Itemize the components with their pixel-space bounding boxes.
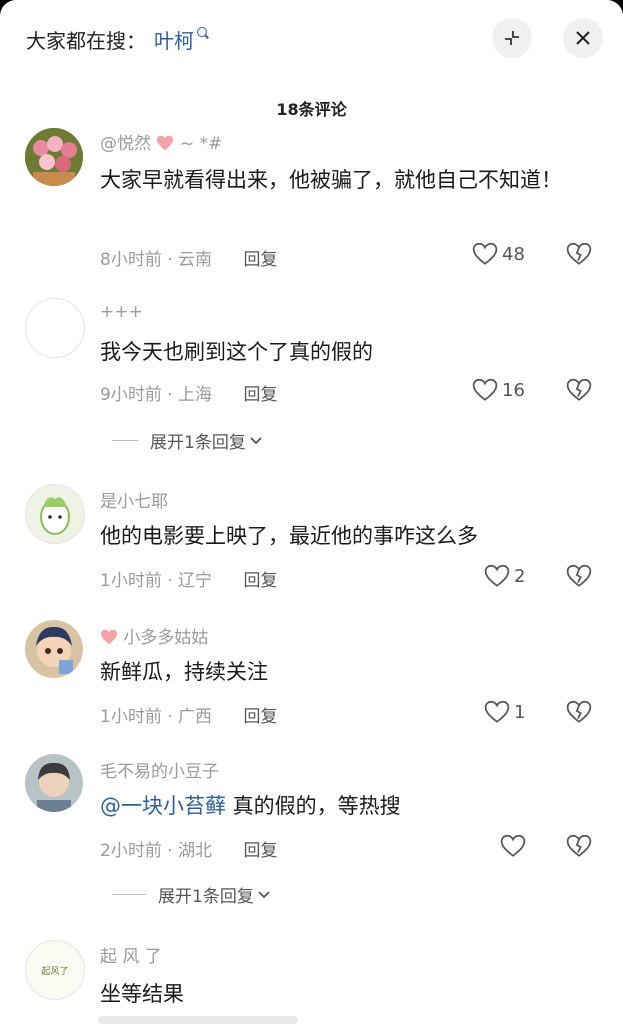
comment-username[interactable]: 是小七耶 <box>100 487 168 512</box>
reply-button[interactable]: 回复 <box>243 841 277 861</box>
avatar-text: 起风了 <box>41 966 69 977</box>
trending-search-prefix: 大家都在搜： <box>26 28 146 53</box>
comment-location: 湖北 <box>178 841 213 861</box>
comment-location: 云南 <box>178 250 213 270</box>
comment-username[interactable]: +++ <box>100 302 143 322</box>
comment-username[interactable]: 起 风 了 <box>100 942 162 967</box>
trending-search-bar[interactable]: 大家都在搜： 叶柯 <box>26 24 207 54</box>
heart-outline-icon <box>500 834 526 857</box>
comment-count-title: 18条评论 <box>276 100 347 119</box>
comment-username[interactable]: 小多多姑姑 <box>100 623 208 648</box>
collapse-icon <box>505 31 519 45</box>
comment-location: 上海 <box>178 385 213 405</box>
avatar[interactable] <box>25 484 85 544</box>
comment-location: 辽宁 <box>178 571 213 591</box>
like-button[interactable]: 16 <box>472 378 525 402</box>
broken-heart-icon <box>566 700 592 723</box>
reply-button[interactable]: 回复 <box>243 707 277 727</box>
comment-text-content: 真的假的，等热搜 <box>226 794 401 818</box>
comment-text: @一块小苔藓 真的假的，等热搜 <box>100 788 600 824</box>
dislike-button[interactable] <box>566 564 592 592</box>
heart-icon <box>157 135 174 151</box>
avatar[interactable] <box>25 298 85 358</box>
dislike-button[interactable] <box>566 378 592 406</box>
comment-meta: 2小时前 · 湖北 回复 <box>100 841 278 861</box>
heart-outline-icon <box>484 564 510 587</box>
avatar[interactable]: 起风了 <box>25 940 85 1000</box>
close-button[interactable] <box>563 18 603 58</box>
like-count: 48 <box>502 243 525 265</box>
collapse-button[interactable] <box>492 18 532 58</box>
chevron-down-icon <box>250 436 262 444</box>
comment-time: 1小时前 <box>100 707 162 727</box>
comment-meta: 8小时前 · 云南 回复 <box>100 250 278 270</box>
comment-text: 新鲜瓜，持续关注 <box>100 660 268 684</box>
like-button[interactable]: 48 <box>472 242 525 266</box>
comment-meta: 1小时前 · 广西 回复 <box>100 707 278 727</box>
like-button[interactable] <box>500 834 530 858</box>
avatar[interactable] <box>25 754 83 812</box>
heart-outline-icon <box>472 242 498 265</box>
like-count: 1 <box>514 701 526 723</box>
dislike-button[interactable] <box>566 242 592 270</box>
broken-heart-icon <box>566 242 592 265</box>
mention-link[interactable]: @一块小苔藓 <box>100 794 226 818</box>
comment-text: 坐等结果 <box>100 982 184 1006</box>
comment-text: 大家早就看得出来，他被骗了，就他自己不知道！ <box>100 168 562 192</box>
like-button[interactable]: 2 <box>484 564 525 588</box>
comment-username[interactable]: @悦然 ~ *# <box>100 129 222 154</box>
next-item-preview <box>98 1016 298 1024</box>
heart-outline-icon <box>484 700 510 723</box>
comment-username[interactable]: 毛不易的小豆子 <box>100 757 219 782</box>
divider <box>112 894 146 895</box>
reply-button[interactable]: 回复 <box>243 250 277 270</box>
comment-text: 我今天也刷到这个了真的假的 <box>100 340 373 364</box>
avatar[interactable] <box>25 128 83 186</box>
like-button[interactable]: 1 <box>484 700 525 724</box>
comment-time: 8小时前 <box>100 250 162 270</box>
close-icon <box>576 31 590 45</box>
like-count: 16 <box>502 379 525 401</box>
heart-icon <box>101 629 117 645</box>
broken-heart-icon <box>566 834 592 857</box>
comment-meta: 9小时前 · 上海 回复 <box>100 385 278 405</box>
broken-heart-icon <box>566 564 592 587</box>
expand-replies-button[interactable]: 展开1条回复 <box>112 882 271 907</box>
dislike-button[interactable] <box>566 834 592 862</box>
reply-button[interactable]: 回复 <box>243 385 277 405</box>
expand-replies-label: 展开1条回复 <box>158 887 254 907</box>
comment-time: 1小时前 <box>100 571 162 591</box>
avatar[interactable] <box>25 620 83 678</box>
username-suffix: ~ *# <box>179 134 223 154</box>
username-text: @悦然 <box>100 134 151 154</box>
comment-location: 广西 <box>178 707 213 727</box>
expand-replies-label: 展开1条回复 <box>150 433 246 453</box>
comment-time: 2小时前 <box>100 841 162 861</box>
comments-sheet: 大家都在搜： 叶柯 18条评论 @悦然 ~ *# 大家早就看得出来，他被骗了，就… <box>0 0 623 1024</box>
reply-button[interactable]: 回复 <box>243 571 277 591</box>
comment-time: 9小时前 <box>100 385 162 405</box>
comment-meta: 1小时前 · 辽宁 回复 <box>100 571 278 591</box>
dislike-button[interactable] <box>566 700 592 728</box>
expand-replies-button[interactable]: 展开1条回复 <box>112 428 263 453</box>
search-icon <box>197 27 207 37</box>
comment-text: 他的电影要上映了，最近他的事咋这么多 <box>100 524 478 548</box>
chevron-down-icon <box>258 890 270 898</box>
like-count: 2 <box>514 565 526 587</box>
broken-heart-icon <box>566 378 592 401</box>
divider <box>112 440 138 441</box>
heart-outline-icon <box>472 378 498 401</box>
trending-search-term[interactable]: 叶柯 <box>154 25 194 54</box>
username-text: 小多多姑姑 <box>123 628 209 648</box>
